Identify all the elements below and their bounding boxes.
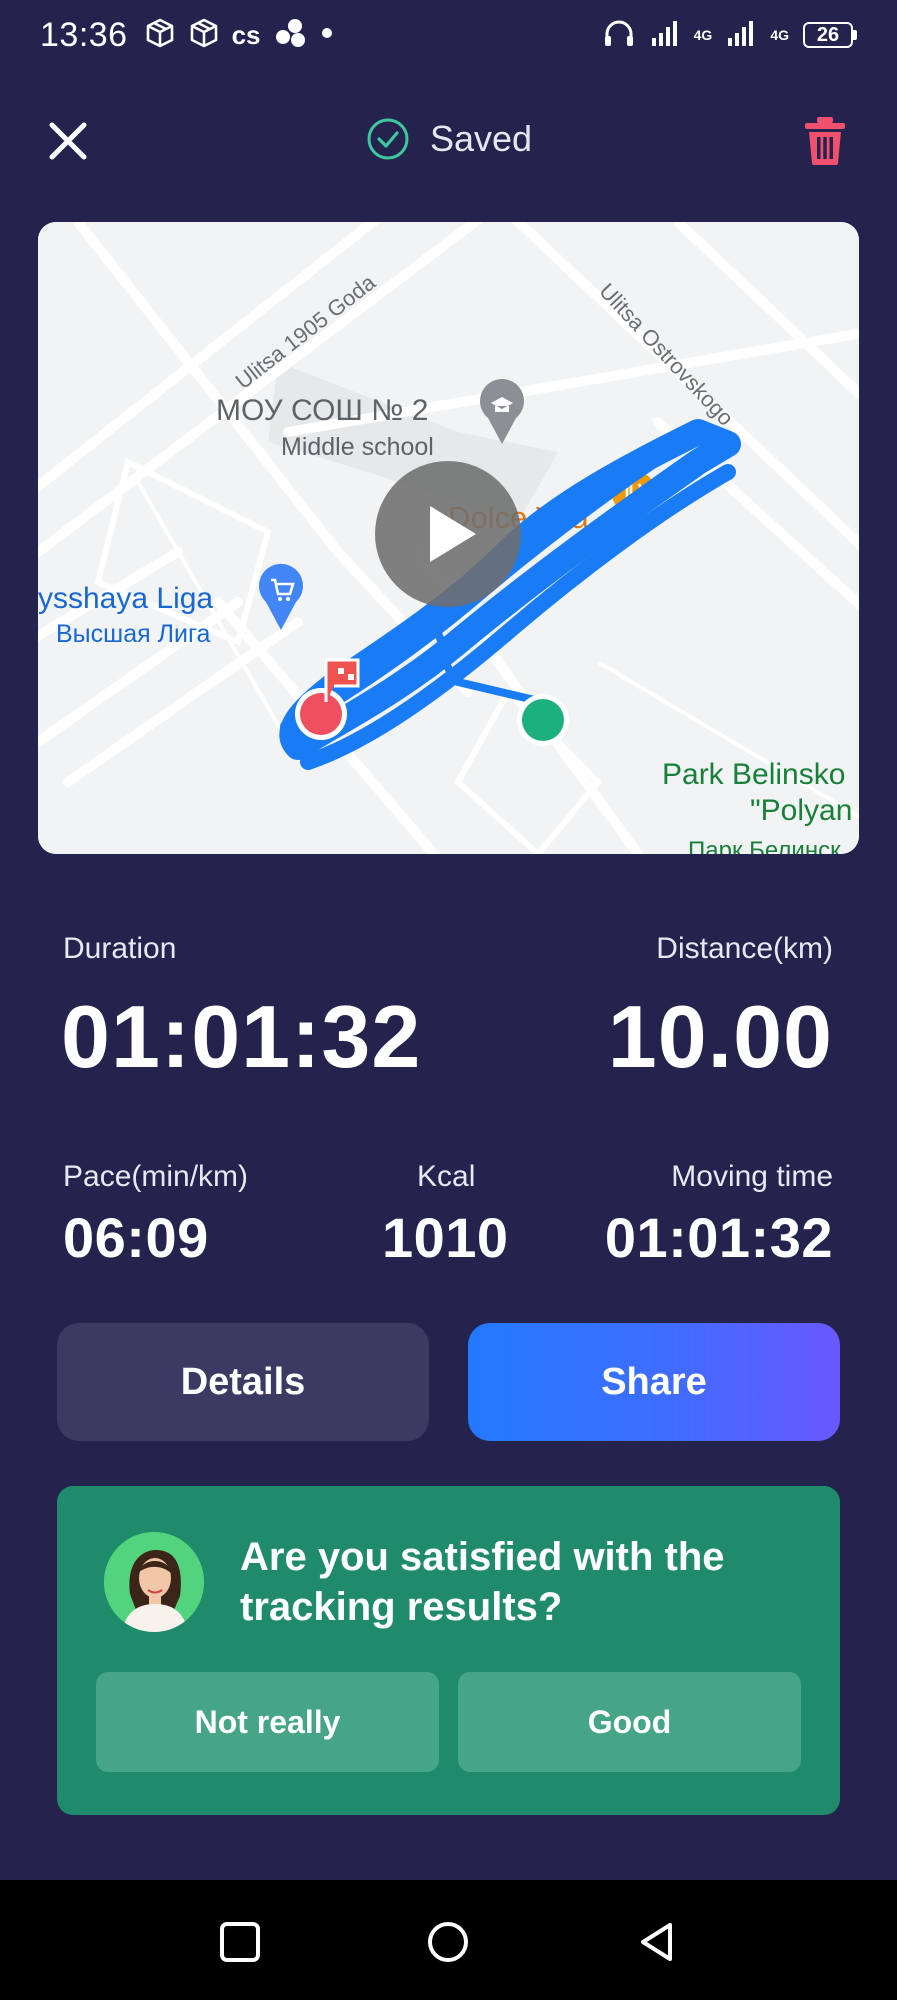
delete-button[interactable] [803,115,847,167]
park-label-cyrillic: Парк Белинск [688,837,841,854]
distance-label: Distance(km) [656,932,833,965]
route-map[interactable]: Ulitsa 1905 Goda Ulitsa Ostrovskogo МОУ … [38,222,859,854]
header: Saved [0,95,897,185]
pace-value: 06:09 [63,1206,209,1269]
package-icon [144,17,176,54]
network-type-1: 4G [693,27,713,43]
network-type-2: 4G [770,27,789,43]
dot-icon [321,26,333,44]
back-button[interactable] [636,1920,680,1964]
duration-label: Duration [63,932,177,965]
package-icon [188,17,220,54]
avatar [104,1532,204,1632]
saved-label: Saved [430,118,533,159]
back-triangle-icon [641,1923,672,1961]
close-icon [49,122,87,160]
distance-value: 10.00 [607,987,833,1086]
home-button[interactable] [426,1920,470,1964]
not-really-button[interactable]: Not really [96,1672,439,1772]
duration-value: 01:01:32 [61,987,422,1086]
kcal-label: Kcal [417,1160,476,1193]
signal-icon [650,18,680,53]
store-label-cyrillic: Высшая Лига [56,620,211,648]
circle-icon [428,1922,468,1962]
feedback-card: Are you satisfied with the tracking resu… [57,1486,840,1815]
play-icon[interactable] [375,461,521,607]
status-time: 13:36 [40,15,128,54]
store-label: ysshaya Liga [38,582,213,615]
kcal-value: 1010 [382,1206,509,1269]
status-bar: 13:36 cs 4G 4G 26 [0,0,897,70]
feedback-question: Are you satisfied with the tracking resu… [240,1535,725,1629]
moving-time-label: Moving time [671,1160,833,1193]
good-button[interactable]: Good [458,1672,801,1772]
status-left-icons: cs [144,17,333,54]
battery-level: 26 [803,22,853,48]
trash-icon [805,117,845,165]
cs-icon: cs [231,19,261,50]
close-button[interactable] [44,117,92,165]
saved-status: Saved [366,117,532,161]
status-right-icons: 4G 4G 26 [602,17,857,54]
headphones-icon [602,17,636,54]
square-icon [220,1922,260,1962]
park-label: Park Belinsko [662,758,845,791]
navigation-bar [0,1880,897,2000]
app-cluster-icon [273,17,309,54]
school-name-label: МОУ СОШ № 2 [216,394,428,427]
school-type-label: Middle school [281,433,434,461]
signal-icon [726,18,756,53]
recents-button[interactable] [218,1920,262,1964]
park-label: "Polyan [750,794,852,827]
pace-label: Pace(min/km) [63,1160,249,1193]
check-circle-icon [367,118,409,160]
start-marker-icon [517,694,569,746]
details-button[interactable]: Details [57,1323,429,1441]
moving-time-value: 01:01:32 [604,1206,833,1269]
share-button[interactable]: Share [468,1323,840,1441]
battery-icon: 26 [803,22,857,48]
